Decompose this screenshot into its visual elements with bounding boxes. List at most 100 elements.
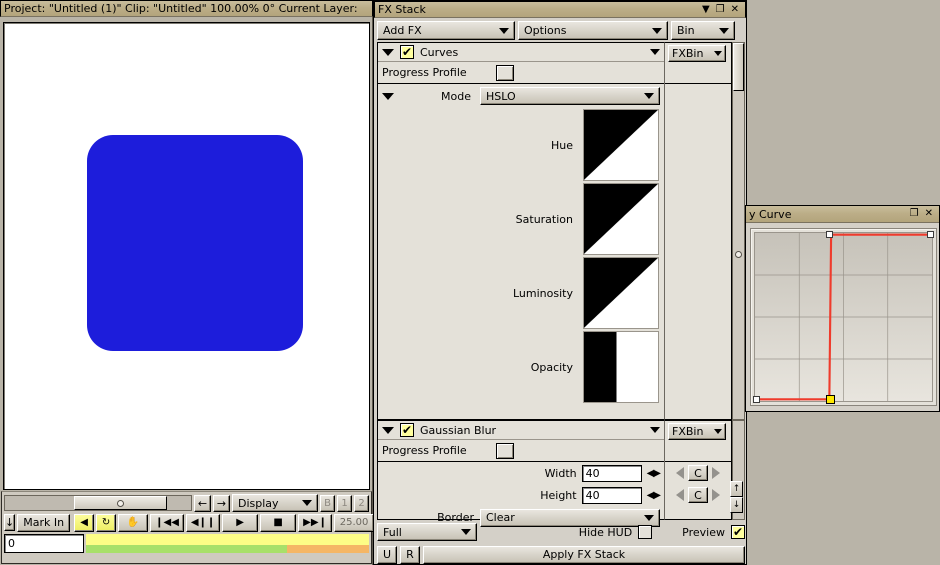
curves-effect-header[interactable]: ✔ Curves: [378, 43, 664, 62]
view-button-2[interactable]: 2: [354, 494, 369, 512]
close-window-icon[interactable]: ✕: [925, 209, 933, 219]
grip-icon: [735, 251, 742, 258]
curve-editor-window: y Curve ❐ ✕: [745, 205, 940, 412]
preview-canvas[interactable]: [3, 22, 370, 490]
scrollbar-thumb[interactable]: [73, 496, 167, 510]
width-spinner[interactable]: ◀▶: [647, 468, 661, 479]
bin-label: Bin: [677, 24, 695, 37]
restore-window-icon[interactable]: ❐: [716, 4, 725, 15]
scroll-down-button[interactable]: ↓: [730, 497, 743, 513]
curve-point-2[interactable]: [825, 231, 833, 238]
go-to-start-button[interactable]: ❙◀◀: [150, 513, 185, 532]
curves-fxbin-button[interactable]: FXBin: [668, 45, 726, 62]
channel-row-opacity: Opacity: [378, 330, 664, 404]
curve-plot[interactable]: [753, 231, 934, 404]
preview-checkbox[interactable]: ✔: [731, 525, 745, 539]
chevron-down-icon[interactable]: ▼: [702, 4, 710, 15]
curve-point-1-selected[interactable]: [825, 395, 835, 404]
collapse-triangle-icon[interactable]: [382, 426, 394, 434]
progress-profile-swatch[interactable]: [496, 442, 514, 459]
height-spinner[interactable]: ◀▶: [647, 490, 661, 501]
height-input[interactable]: 40: [581, 486, 642, 504]
scroll-up-button[interactable]: ↑: [730, 481, 743, 497]
options-label: Options: [524, 24, 567, 37]
channel-row-saturation: Saturation: [378, 182, 664, 256]
quality-dropdown[interactable]: Full: [377, 523, 477, 541]
width-keyframe-button[interactable]: C: [688, 465, 708, 481]
timeline-scrollbar[interactable]: [4, 495, 192, 511]
next-keyframe-icon[interactable]: [712, 467, 720, 479]
curves-mode-row: Mode HSLO: [378, 84, 664, 108]
gaussian-blur-panel: ✔ Gaussian Blur Progress Profile Width 4…: [377, 420, 664, 527]
width-param-row: Width 40 ◀▶: [378, 462, 664, 484]
prev-frame-arrow-button[interactable]: ←: [194, 494, 211, 512]
prev-keyframe-icon[interactable]: [676, 467, 684, 479]
mark-in-arrow-button[interactable]: ↓: [4, 514, 16, 531]
curve-editor-area[interactable]: [750, 228, 937, 406]
curves-enable-checkbox[interactable]: ✔: [400, 45, 414, 59]
ramp-graphic: [584, 110, 658, 180]
fxbin-label: FXBin: [672, 47, 704, 60]
hide-hud-checkbox[interactable]: [638, 525, 653, 539]
width-label: Width: [544, 466, 577, 480]
options-dropdown[interactable]: Options: [518, 21, 668, 40]
height-label: Height: [540, 488, 577, 502]
curve-point-0[interactable]: [753, 396, 760, 403]
chevron-down-icon: [461, 529, 471, 535]
redo-button[interactable]: R: [400, 545, 420, 564]
timeline-bar-yellow: [86, 534, 369, 545]
next-keyframe-icon[interactable]: [712, 489, 720, 501]
height-keyframe-button[interactable]: C: [688, 487, 708, 503]
gaussian-blur-header[interactable]: ✔ Gaussian Blur: [378, 421, 664, 440]
chevron-down-icon[interactable]: [650, 427, 660, 433]
next-frame-arrow-button[interactable]: →: [213, 494, 230, 512]
play-button[interactable]: ▶: [222, 513, 259, 532]
width-input[interactable]: 40: [581, 464, 642, 482]
close-window-icon[interactable]: ✕: [731, 4, 739, 15]
timeline-segment-orange: [286, 545, 369, 553]
curve-window-titlebar: y Curve ❐ ✕: [746, 206, 939, 223]
gaussian-blur-effect-name: Gaussian Blur: [420, 423, 497, 437]
curve-thumbnail-opacity[interactable]: [583, 331, 659, 403]
chevron-down-icon[interactable]: [650, 49, 660, 55]
height-param-row: Height 40 ◀▶: [378, 484, 664, 506]
undo-button[interactable]: U: [377, 545, 397, 564]
restore-window-icon[interactable]: ❐: [910, 209, 919, 219]
collapse-triangle-icon[interactable]: [382, 92, 394, 100]
collapse-triangle-icon[interactable]: [382, 48, 394, 56]
gaussian-fxbin-button[interactable]: FXBin: [668, 423, 726, 440]
apply-fx-stack-button[interactable]: Apply FX Stack: [423, 545, 745, 564]
timeline-segment-green: [86, 545, 287, 553]
audio-toggle-button[interactable]: ◀: [74, 513, 95, 532]
curve-thumbnail-luminosity[interactable]: [583, 257, 659, 329]
curves-effect-name: Curves: [420, 45, 459, 59]
mode-dropdown[interactable]: HSLO: [480, 87, 660, 105]
mark-in-button[interactable]: Mark In: [17, 513, 71, 532]
stop-button[interactable]: ■: [260, 513, 297, 532]
hand-tool-button[interactable]: ✋: [118, 513, 149, 532]
fx-vertical-scrollbar[interactable]: [732, 42, 745, 420]
curve-point-3[interactable]: [927, 231, 934, 238]
curve-window-title: y Curve: [749, 207, 792, 221]
view-button-1[interactable]: 1: [337, 494, 352, 512]
go-to-end-button[interactable]: ▶▶❙: [298, 513, 333, 532]
fx-scrollbar-thumb[interactable]: [733, 43, 744, 91]
arrow-left-icon: ←: [197, 496, 208, 510]
step-back-button[interactable]: ◀❙❙: [186, 513, 221, 532]
add-fx-dropdown[interactable]: Add FX: [377, 21, 515, 40]
progress-profile-swatch[interactable]: [496, 64, 514, 81]
quality-value: Full: [383, 525, 402, 539]
timecode-input[interactable]: 0: [4, 534, 84, 553]
timeline-bars[interactable]: [86, 534, 369, 553]
view-button-b[interactable]: B: [320, 494, 335, 512]
channel-row-hue: Hue: [378, 108, 664, 182]
curve-thumbnail-hue[interactable]: [583, 109, 659, 181]
channel-label-saturation: Saturation: [515, 212, 573, 226]
prev-keyframe-icon[interactable]: [676, 489, 684, 501]
display-dropdown[interactable]: Display: [232, 494, 318, 512]
gaussian-blur-enable-checkbox[interactable]: ✔: [400, 423, 414, 437]
loop-toggle-button[interactable]: ↻: [96, 513, 117, 532]
bin-dropdown[interactable]: Bin: [671, 21, 735, 40]
curve-thumbnail-saturation[interactable]: [583, 183, 659, 255]
scroll-end-buttons: ↑ ↓: [730, 481, 743, 513]
